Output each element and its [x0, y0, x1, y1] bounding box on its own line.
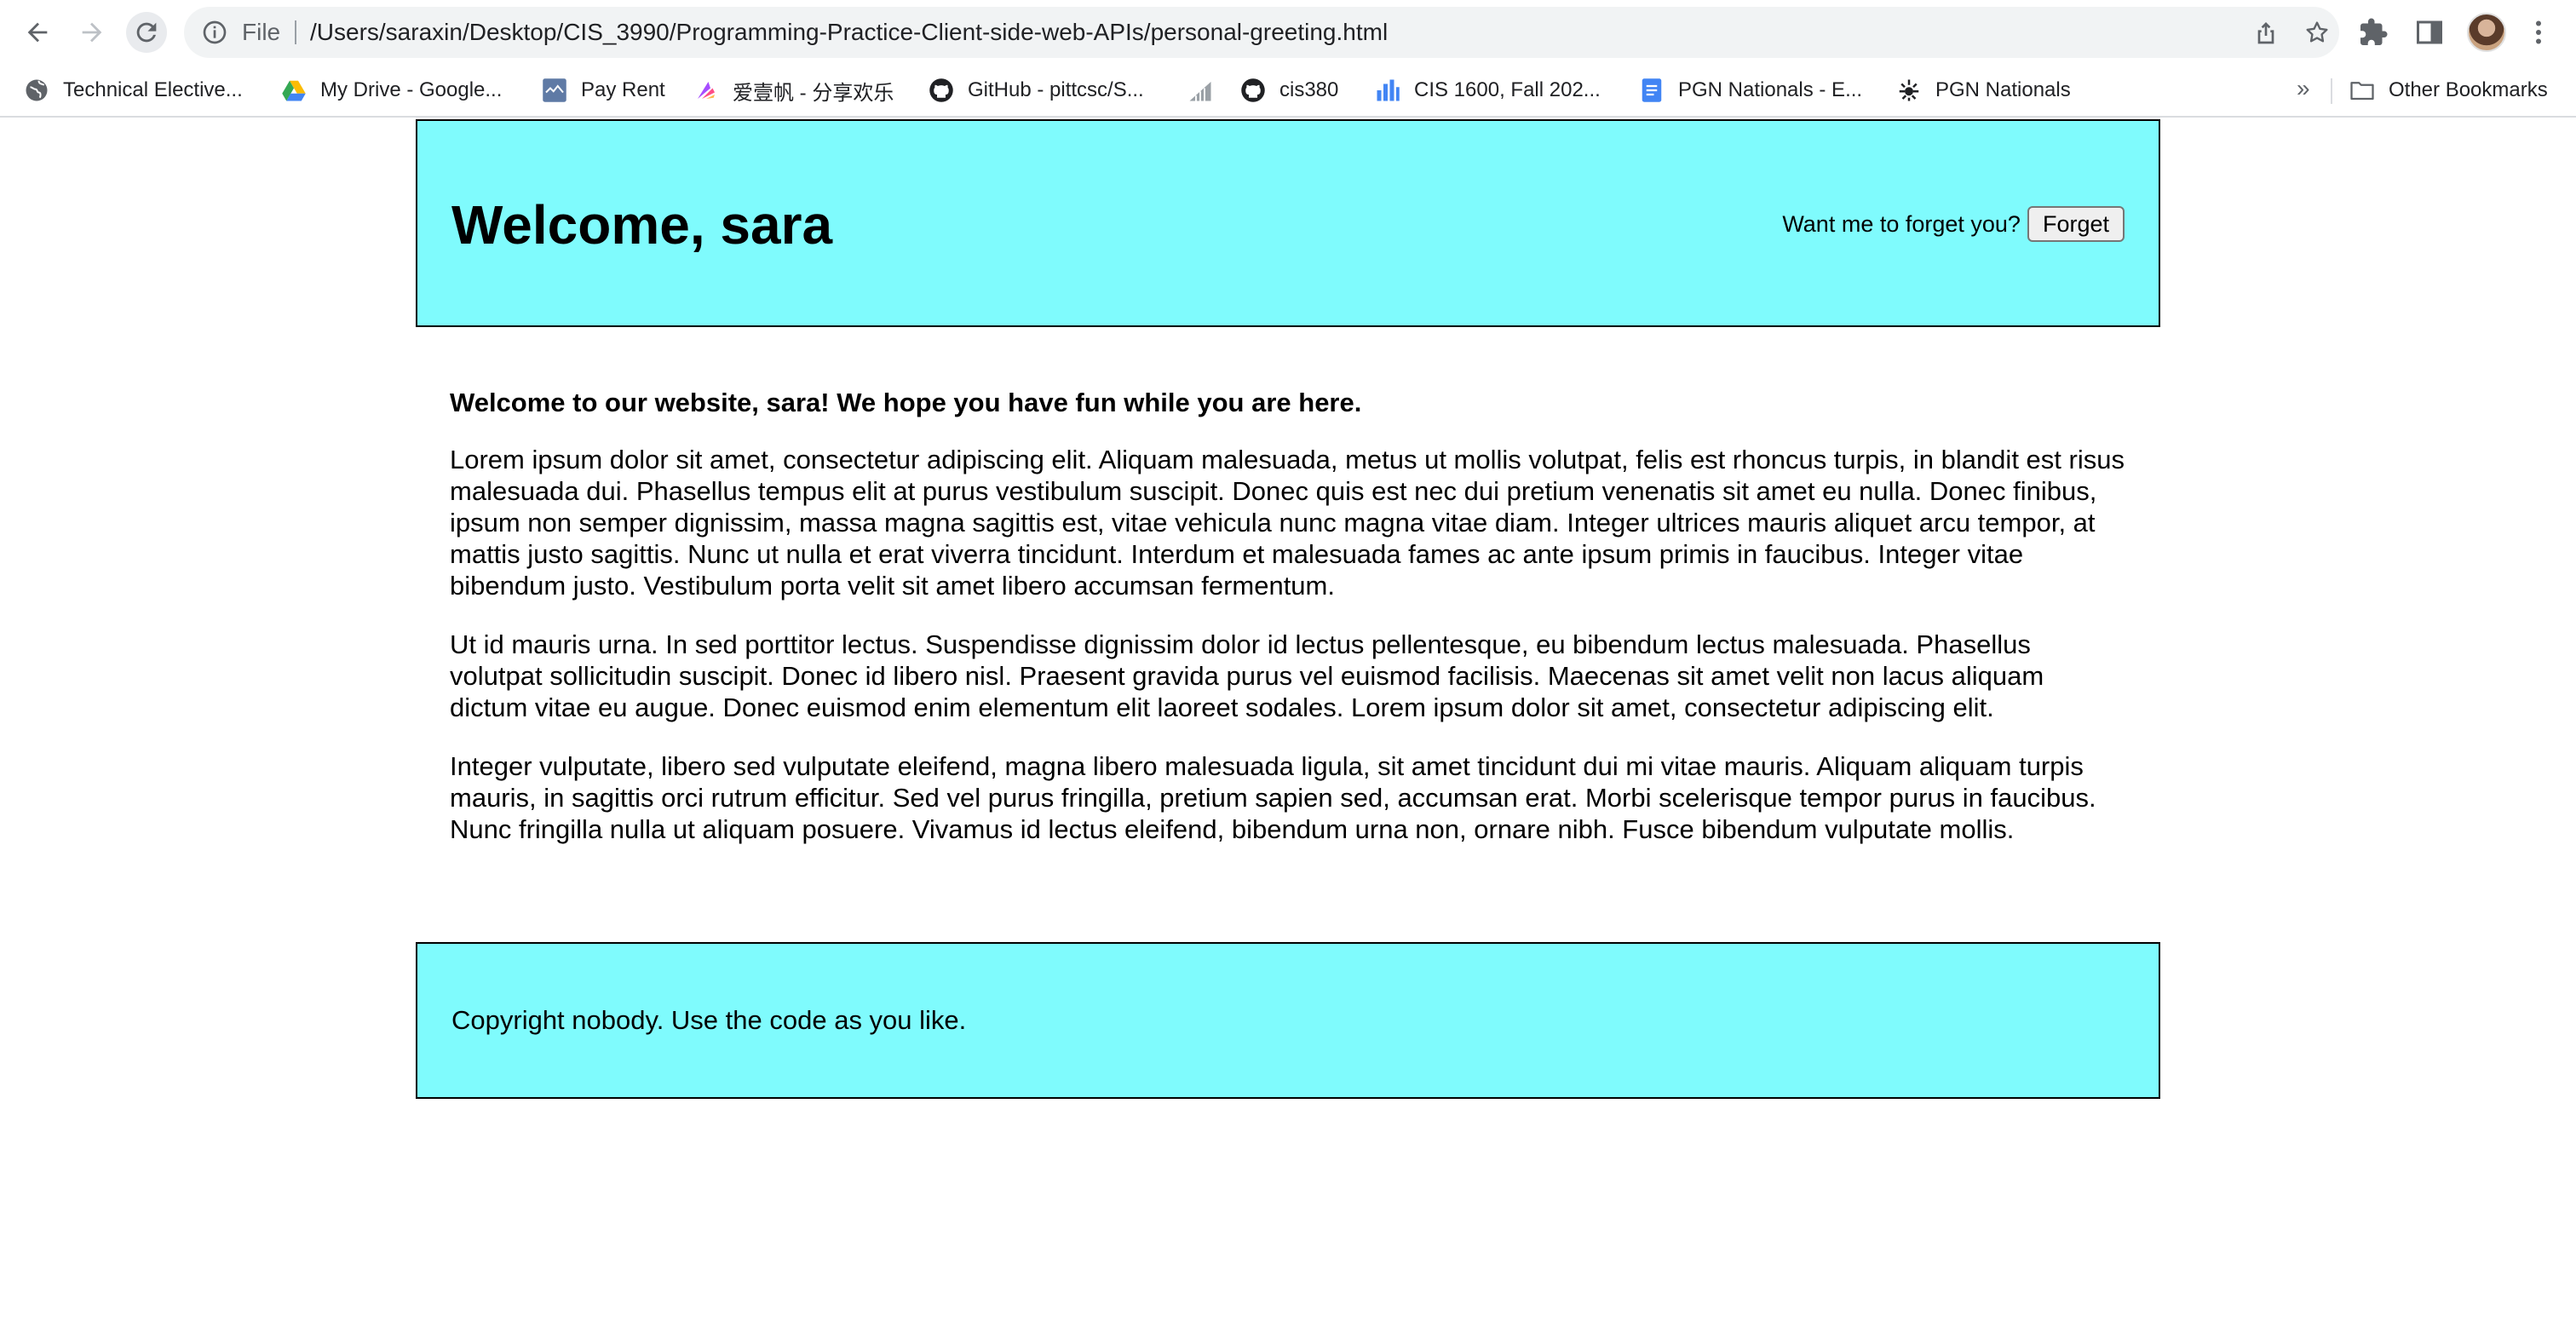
other-bookmarks-folder[interactable]: Other Bookmarks [2349, 66, 2548, 114]
scheme-label: File [242, 19, 281, 45]
main-content: Welcome to our website, sara! We hope yo… [450, 387, 2128, 872]
back-arrow-icon [27, 22, 48, 43]
bookmark-label: My Drive - Google... [320, 78, 503, 101]
bookmark-cis380[interactable]: cis380 [1240, 66, 1338, 114]
bar-chart-icon [1375, 78, 1400, 103]
kebab-menu-icon[interactable] [2523, 17, 2554, 48]
forward-arrow-icon [82, 22, 102, 43]
reload-button[interactable] [126, 12, 167, 53]
address-bar[interactable]: File /Users/saraxin/Desktop/CIS_3990/Pro… [184, 7, 2339, 58]
bookmark-label: 爱壹帆 - 分享欢乐 [733, 81, 894, 105]
forward-button[interactable] [72, 12, 112, 53]
page-viewport: Welcome, sara Want me to forget you? For… [0, 119, 2576, 1322]
github-icon [1240, 78, 1266, 103]
google-docs-icon [1639, 78, 1665, 103]
browser-toolbar: File /Users/saraxin/Desktop/CIS_3990/Pro… [0, 0, 2576, 66]
profile-avatar[interactable] [2467, 13, 2506, 52]
body-paragraph: Lorem ipsum dolor sit amet, consectetur … [450, 445, 2125, 601]
forget-button[interactable]: Forget [2027, 206, 2125, 242]
bookmark-pgn-nationals[interactable]: PGN Nationals [1896, 66, 2071, 114]
forget-section: Want me to forget you? Forget [1782, 206, 2125, 242]
extensions-icon[interactable] [2358, 17, 2389, 48]
bookmark-label: Pay Rent [581, 78, 665, 101]
bookmark-my-drive[interactable]: My Drive - Google... [281, 66, 502, 114]
bookmark-label: PGN Nationals [1935, 78, 2071, 101]
folder-icon [2349, 78, 2375, 103]
bookmark-chart[interactable] [1187, 66, 1227, 114]
info-icon[interactable] [201, 19, 228, 46]
site-footer: Copyright nobody. Use the code as you li… [416, 942, 2160, 1099]
share-icon[interactable] [2252, 19, 2280, 46]
back-button[interactable] [17, 12, 58, 53]
bookmark-github-pittcsc[interactable]: GitHub - pittcsc/S... [929, 66, 1144, 114]
bookmark-technical-electives[interactable]: Technical Elective... [24, 66, 243, 114]
omnibox-divider [295, 20, 296, 44]
aiyifan-icon [693, 78, 719, 103]
google-drive-icon [281, 78, 307, 103]
globe-icon [24, 78, 49, 103]
bookmark-cis-1600[interactable]: CIS 1600, Fall 202... [1375, 66, 1601, 114]
bookmark-aiyifan[interactable]: 爱壹帆 - 分享欢乐 [693, 66, 894, 114]
bookmark-label: GitHub - pittcsc/S... [968, 78, 1144, 101]
bookmarks-bar: Technical Elective... My Drive - Google.… [0, 66, 2576, 118]
side-panel-icon[interactable] [2414, 17, 2445, 48]
bookmark-label: Technical Elective... [63, 78, 243, 101]
body-paragraph: Integer vulputate, libero sed vulputate … [450, 751, 2096, 844]
reload-icon [136, 22, 157, 43]
bookmark-label: CIS 1600, Fall 202... [1414, 78, 1601, 101]
bookmark-label: PGN Nationals - E... [1678, 78, 1863, 101]
bookmark-label: Other Bookmarks [2389, 78, 2548, 101]
page-title: Welcome, sara [451, 194, 833, 256]
bookmarks-divider [2331, 78, 2332, 104]
welcome-message: Welcome to our website, sara! We hope yo… [450, 388, 1362, 417]
bookmark-label: cis380 [1279, 78, 1339, 101]
bookmark-star-icon[interactable] [2303, 19, 2331, 46]
url-text[interactable]: /Users/saraxin/Desktop/CIS_3990/Programm… [310, 7, 1388, 58]
github-icon [929, 78, 954, 103]
bookmark-pgn-nationals-e[interactable]: PGN Nationals - E... [1639, 66, 1862, 114]
body-paragraph: Ut id mauris urna. In sed porttitor lect… [450, 629, 2044, 722]
pay-rent-icon [542, 78, 567, 103]
chart-bars-icon [1187, 78, 1213, 103]
site-header: Welcome, sara Want me to forget you? For… [416, 119, 2160, 327]
pgn-icon [1896, 78, 1922, 103]
footer-copyright: Copyright nobody. Use the code as you li… [451, 1005, 967, 1035]
bookmark-pay-rent[interactable]: Pay Rent [542, 66, 665, 114]
bookmarks-overflow-chevron[interactable]: » [2297, 75, 2310, 102]
forget-prompt: Want me to forget you? [1782, 210, 2021, 237]
